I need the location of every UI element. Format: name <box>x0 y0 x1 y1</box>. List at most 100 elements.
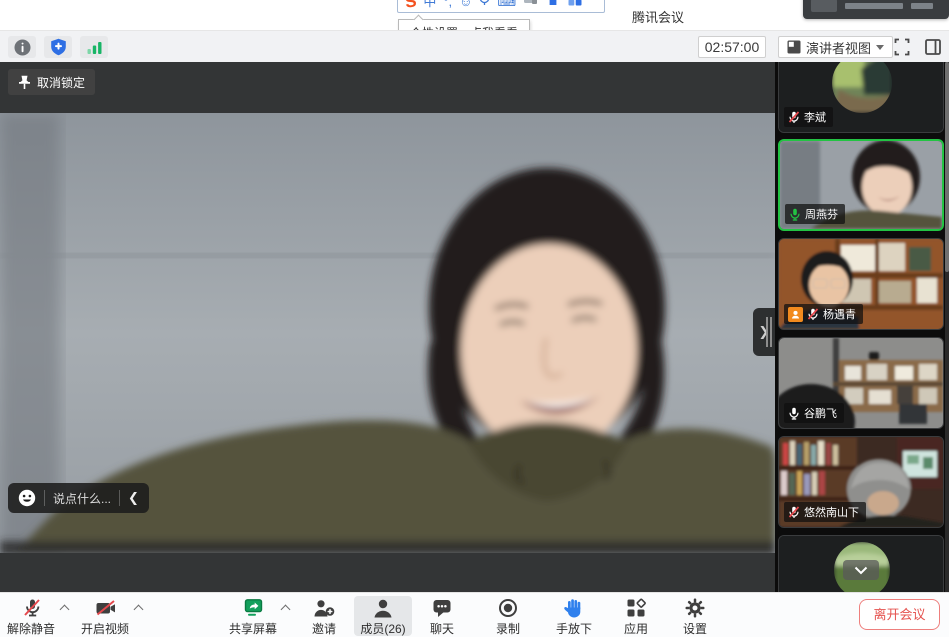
unmute-label: 解除静音 <box>2 620 60 637</box>
tray-popup-text-blur2 <box>911 3 933 9</box>
ime-toolbar[interactable]: S 中 °, ☺ ⌨ <box>397 0 605 13</box>
meeting-timer: 02:57:00 <box>698 36 766 58</box>
members-label: 成员(26) <box>354 620 412 637</box>
members-person-icon <box>354 596 412 619</box>
toolbox-icon[interactable] <box>568 0 582 11</box>
participant-name: 杨遇青 <box>823 306 856 322</box>
unpin-label: 取消锁定 <box>37 74 85 91</box>
lower-hand-button[interactable]: 手放下 <box>545 596 603 636</box>
mic-muted-icon <box>788 111 800 124</box>
share-screen-button[interactable]: 共享屏幕 <box>224 596 282 636</box>
record-button[interactable]: 录制 <box>479 596 537 636</box>
apps-grid-icon <box>607 596 665 619</box>
sidebar-scrollbar-thumb[interactable] <box>945 62 949 272</box>
fullscreen-button[interactable] <box>893 38 911 61</box>
raised-hand-icon <box>545 596 603 619</box>
nameplate: 谷鹏飞 <box>784 403 844 423</box>
sogou-logo-icon[interactable]: S <box>404 0 418 10</box>
caption-divider2 <box>119 490 120 506</box>
caption-collapse-arrow[interactable]: ❮ <box>128 490 139 506</box>
invite-label: 邀请 <box>295 620 353 637</box>
mic-muted-icon <box>2 596 60 619</box>
invite-button[interactable]: 邀请 <box>295 596 353 636</box>
settings-label: 设置 <box>666 620 724 637</box>
tray-popup-icon <box>811 0 837 12</box>
skin-icon[interactable] <box>545 0 561 11</box>
chat-button[interactable]: 聊天 <box>413 596 471 636</box>
invite-person-icon <box>295 596 353 619</box>
emoji-icon[interactable]: ☺ <box>459 0 472 8</box>
participant-tile-gupengfei[interactable]: 谷鹏飞 <box>778 337 944 429</box>
mic-active-icon <box>789 208 801 221</box>
start-video-label: 开启视频 <box>76 620 134 637</box>
keyboard-icon[interactable]: ⌨ <box>497 0 516 8</box>
splitter-grip[interactable] <box>766 317 768 347</box>
participant-tile-partial[interactable] <box>778 535 944 592</box>
input-tools-icon[interactable] <box>523 0 538 10</box>
camera-muted-icon <box>76 596 134 619</box>
share-screen-label: 共享屏幕 <box>224 620 282 637</box>
participant-name: 谷鹏飞 <box>804 405 837 421</box>
caption-input-bar[interactable]: 说点什么... ❮ <box>8 483 149 513</box>
leave-meeting-button[interactable]: 离开会议 <box>859 599 940 630</box>
network-status-button[interactable] <box>80 36 108 58</box>
participant-tile-zhouyanfen[interactable]: 周燕芬 <box>778 139 944 231</box>
video-options-chevron[interactable] <box>135 606 143 614</box>
main-stage: 取消锁定 说点什么... ❮ ❯ <box>0 62 775 592</box>
chevron-down-icon <box>876 45 884 50</box>
signal-bars-icon <box>86 40 103 55</box>
participant-tile-youran[interactable]: 悠然南山下 <box>778 436 944 528</box>
participants-sidebar: 李斌 周燕芬 <box>775 62 949 592</box>
participant-name: 周燕芬 <box>805 206 838 222</box>
panel-toggle-icon <box>924 38 942 56</box>
record-icon <box>479 596 537 619</box>
participant-name: 李斌 <box>804 109 826 125</box>
record-label: 录制 <box>479 620 537 637</box>
mic-options-chevron[interactable] <box>61 606 69 614</box>
splitter-grip2[interactable] <box>770 317 772 347</box>
share-options-chevron[interactable] <box>282 606 290 614</box>
participant-tile-yangyuqing[interactable]: 杨遇青 <box>778 238 944 330</box>
fullscreen-icon <box>893 38 911 56</box>
emoji-smiley-icon[interactable] <box>18 489 36 507</box>
host-badge-icon <box>788 307 803 322</box>
settings-gear-icon <box>666 596 724 619</box>
mic-muted-icon <box>807 308 819 321</box>
lower-hand-label: 手放下 <box>545 620 603 637</box>
tray-popup[interactable] <box>803 0 949 19</box>
settings-button[interactable]: 设置 <box>666 596 724 636</box>
chinese-mode-icon[interactable]: 中 <box>423 0 436 8</box>
sidebar-scrollbar[interactable] <box>945 62 949 592</box>
layout-view-icon <box>787 40 801 54</box>
shield-icon <box>50 38 67 56</box>
view-mode-selector[interactable]: 演讲者视图 <box>778 36 893 58</box>
tooltip-notch <box>414 15 424 25</box>
nameplate: 李斌 <box>784 107 833 127</box>
caption-placeholder[interactable]: 说点什么... <box>53 490 111 507</box>
punctuation-icon[interactable]: °, <box>443 0 452 8</box>
mic-muted-icon <box>788 506 800 519</box>
sidebar-toggle-button[interactable] <box>924 38 942 61</box>
meeting-control-bar: 02:57:00 演讲者视图 <box>0 30 949 62</box>
nameplate: 杨遇青 <box>784 304 863 324</box>
apps-label: 应用 <box>607 620 665 637</box>
nameplate: 周燕芬 <box>785 204 845 224</box>
security-button[interactable] <box>44 36 72 58</box>
unpin-button[interactable]: 取消锁定 <box>8 69 95 95</box>
nameplate: 悠然南山下 <box>784 502 866 522</box>
info-icon <box>14 39 31 56</box>
share-screen-icon <box>224 596 282 619</box>
scroll-down-button[interactable] <box>843 560 879 580</box>
title-bar: S 中 °, ☺ ⌨ 个性设置，点我看看 腾讯会议 <box>0 0 949 30</box>
voice-input-icon[interactable] <box>479 0 490 11</box>
chat-bubble-icon <box>413 596 471 619</box>
caption-divider <box>44 490 45 506</box>
apps-button[interactable]: 应用 <box>607 596 665 636</box>
members-button[interactable]: 成员(26) <box>354 596 412 636</box>
tray-popup-text-blur <box>845 3 903 9</box>
start-video-button[interactable]: 开启视频 <box>76 596 134 636</box>
unmute-button[interactable]: 解除静音 <box>2 596 60 636</box>
participant-tile-libin[interactable]: 李斌 <box>778 62 944 133</box>
meeting-info-button[interactable] <box>8 36 36 58</box>
chat-label: 聊天 <box>413 620 471 637</box>
